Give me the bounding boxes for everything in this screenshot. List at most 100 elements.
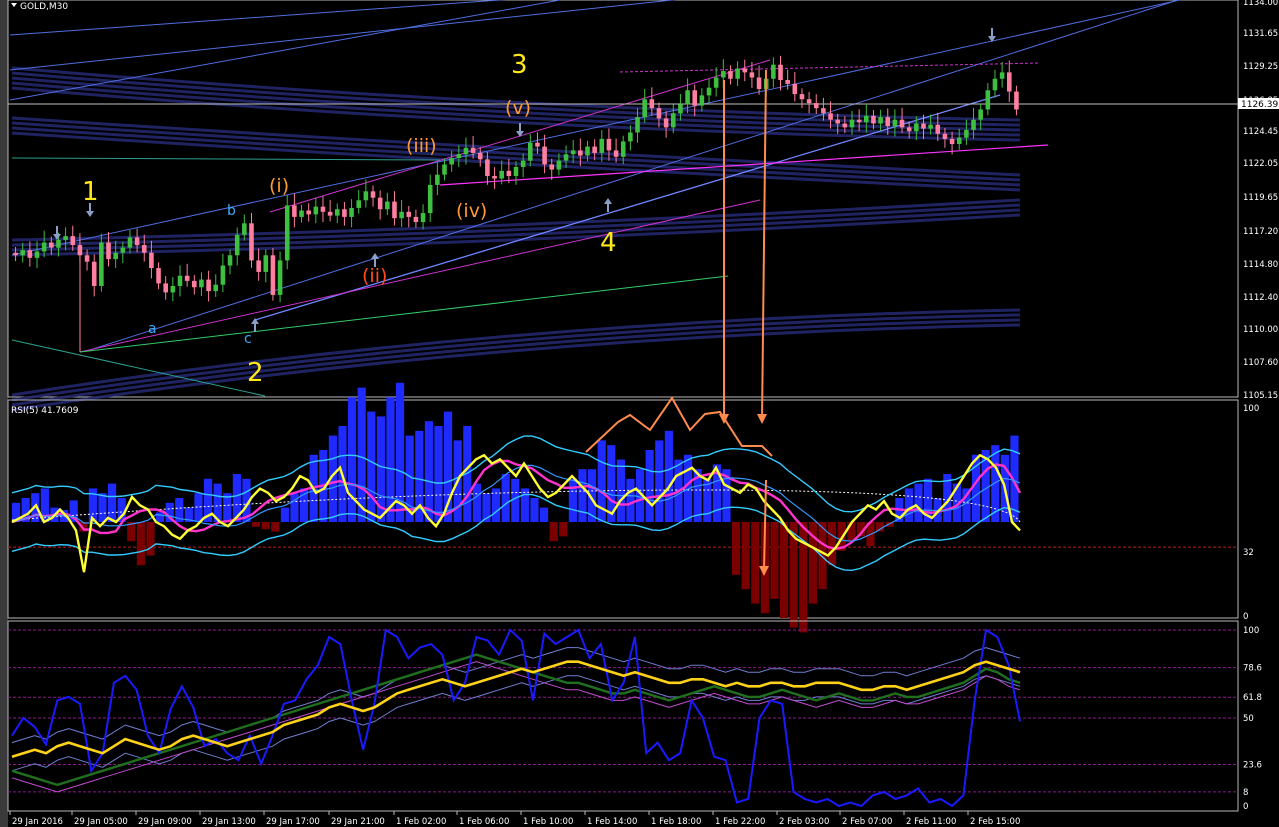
candle-body xyxy=(513,167,519,176)
candle-body xyxy=(985,90,991,110)
candle-body xyxy=(41,242,47,252)
candle-body xyxy=(992,78,998,91)
candle-body xyxy=(728,71,733,79)
time-tick-label: 29 Jan 2016 xyxy=(12,817,63,827)
rsi-tick-label: 32 xyxy=(1243,548,1254,558)
rsi-hist-bar xyxy=(751,522,760,604)
rsi-hist-bar xyxy=(136,522,145,566)
price-tick-label: 1105.15 xyxy=(1243,391,1278,401)
candle-body xyxy=(742,68,748,73)
candle-body xyxy=(206,279,211,292)
candle-body xyxy=(978,109,983,120)
candle-body xyxy=(585,146,590,156)
rsi-hist-bar xyxy=(664,430,673,522)
symbol-label: GOLD,M30 xyxy=(20,2,68,12)
candle-body xyxy=(906,127,912,132)
candle-body xyxy=(477,152,483,160)
rsi-hist-bar xyxy=(741,522,750,590)
candle-body xyxy=(556,160,562,170)
candle-body xyxy=(413,216,419,223)
candle-body xyxy=(813,103,819,109)
chart-canvas[interactable]: 1134.001131.651129.251126.851124.451122.… xyxy=(0,0,1279,827)
candle-body xyxy=(828,113,833,120)
candle-body xyxy=(277,260,283,295)
rsi-label: RSI(5) 41.7609 xyxy=(11,406,79,416)
candle-body xyxy=(628,132,633,142)
candle-body xyxy=(242,223,247,235)
price-tick-label: 1124.45 xyxy=(1243,127,1278,137)
candle-body xyxy=(771,64,776,79)
wave-label-c: c xyxy=(244,331,252,347)
current-price-text: 1126.39 xyxy=(1241,100,1278,110)
candle-body xyxy=(392,201,397,219)
candle-body xyxy=(463,147,469,155)
candle-body xyxy=(678,104,683,114)
rsi-tick-label: 100 xyxy=(1243,404,1259,414)
candle-body xyxy=(199,279,204,288)
candle-body xyxy=(613,150,619,157)
time-tick-label: 1 Feb 14:00 xyxy=(587,817,637,827)
price-tick-label: 1117.20 xyxy=(1243,227,1278,237)
candle-body xyxy=(449,158,454,165)
time-tick-label: 1 Feb 06:00 xyxy=(459,817,509,827)
candle-body xyxy=(942,133,948,139)
candle-body xyxy=(670,113,676,128)
candle-body xyxy=(549,164,555,170)
candle-body xyxy=(263,255,269,272)
candle-body xyxy=(956,137,962,144)
candle-body xyxy=(63,236,68,240)
wave-label-iii: (iii) xyxy=(406,135,437,157)
price-tick-label: 1129.25 xyxy=(1243,62,1278,72)
candle-body xyxy=(599,138,605,153)
candle-body xyxy=(91,261,97,286)
candle-body xyxy=(342,209,347,217)
time-tick-label: 29 Jan 05:00 xyxy=(74,817,128,827)
rsi-hist-bar xyxy=(780,522,789,618)
candle-body xyxy=(856,119,862,123)
rsi-hist-bar xyxy=(732,522,741,575)
rsi-hist-bar xyxy=(424,421,433,522)
rsi-hist-bar xyxy=(434,426,443,522)
rsi-hist-bar xyxy=(252,522,261,527)
candle-body xyxy=(192,280,197,288)
candle-body xyxy=(149,252,154,269)
candle-body xyxy=(563,154,569,161)
candle-body xyxy=(113,252,118,260)
candle-body xyxy=(399,211,404,219)
candle-body xyxy=(442,164,447,175)
candle-body xyxy=(349,207,354,217)
candle-body xyxy=(499,170,504,179)
candle-body xyxy=(363,191,369,201)
symbol-label-group[interactable]: GOLD,M30 xyxy=(11,2,68,12)
candle-body xyxy=(713,77,719,88)
candle-body xyxy=(56,239,61,248)
candle-body xyxy=(971,119,976,130)
wave-label-ii: (ii) xyxy=(362,265,387,287)
candle-body xyxy=(127,237,133,248)
candle-body xyxy=(935,124,941,134)
wave-label-a: a xyxy=(148,321,157,337)
rsi-hist-bar xyxy=(98,493,107,522)
candle-body xyxy=(656,108,662,119)
rsi-hist-bar xyxy=(578,469,587,522)
candle-body xyxy=(699,95,705,106)
candle-body xyxy=(821,108,826,114)
rsi-hist-bar xyxy=(348,397,357,522)
candle-body xyxy=(928,124,933,129)
candle-body xyxy=(756,77,762,89)
time-tick-label: 1 Feb 18:00 xyxy=(651,817,701,827)
rsi-hist-bar xyxy=(770,522,779,599)
rsi-hist-bar xyxy=(146,522,155,556)
time-tick-label: 29 Jan 13:00 xyxy=(202,817,256,827)
candle-body xyxy=(620,141,626,157)
candle-body xyxy=(120,247,126,253)
candle-body xyxy=(420,213,426,223)
rsi-hist-bar xyxy=(520,488,529,522)
candle-body xyxy=(27,250,33,258)
candle-body xyxy=(170,285,176,293)
candle-body xyxy=(284,205,290,261)
candle-body xyxy=(570,150,576,155)
rsi-hist-bar xyxy=(972,454,981,522)
candle-body xyxy=(234,234,240,256)
candle-body xyxy=(749,72,755,78)
